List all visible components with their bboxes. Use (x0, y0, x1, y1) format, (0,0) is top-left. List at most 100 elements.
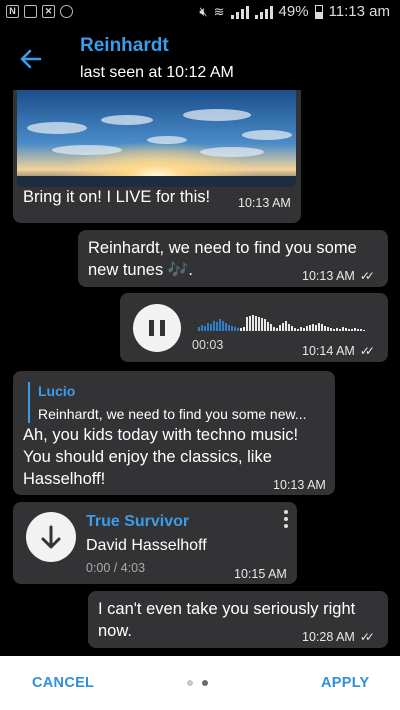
cancel-button[interactable]: CANCEL (32, 675, 94, 691)
pause-icon-bar (160, 320, 165, 336)
waveform-bar (240, 328, 242, 331)
status-bar: N ✕ 🔇︎ ≋ 49% 11:13 am (0, 0, 400, 26)
chat-header: Reinhardt last seen at 10:12 AM (0, 26, 400, 90)
pause-icon (149, 320, 154, 336)
waveform-bar (231, 326, 233, 331)
waveform-bar (303, 328, 305, 331)
signal-icon-2 (254, 5, 273, 19)
reply-message[interactable]: Lucio Reinhardt, we need to find you som… (13, 371, 335, 495)
waveform-bar (357, 329, 359, 331)
voice-duration: 00:03 (192, 338, 224, 352)
bottom-bar: CANCEL APPLY (0, 656, 400, 710)
waveform-bar (297, 329, 299, 331)
waveform-bar (291, 326, 293, 331)
message-time: 10:15 AM (234, 567, 287, 581)
waveform-bar (300, 327, 302, 331)
clock: 11:13 am (328, 3, 390, 20)
waveform-bar (249, 316, 251, 331)
double-check-icon: ✓✓ (359, 269, 375, 283)
message-time: 10:14 AM ✓✓ (302, 344, 375, 358)
waveform-bar (351, 329, 353, 331)
message-text-line3: Hasselhoff! (23, 470, 106, 488)
waveform-bar (282, 323, 284, 331)
waveform-bar (348, 329, 350, 331)
waveform-bar (252, 315, 254, 331)
waveform-bar (315, 325, 317, 331)
contact-name[interactable]: Reinhardt (80, 35, 169, 57)
message-time: 10:13 AM (273, 478, 326, 492)
waveform-bar (207, 323, 209, 331)
waveform-bar (288, 324, 290, 331)
waveform-bar (306, 326, 308, 331)
message-text-line2: You should enjoy the classics, like (23, 448, 272, 466)
download-button[interactable] (26, 512, 76, 562)
message-text-line1: Ah, you kids today with techno music! (23, 426, 299, 444)
reply-quote[interactable]: Lucio Reinhardt, we need to find you som… (28, 382, 307, 423)
waveform-bar (225, 323, 227, 331)
waveform-bar (333, 329, 335, 331)
waveform-bar (216, 322, 218, 331)
waveform-bar (270, 324, 272, 331)
waveform-bar (318, 323, 320, 331)
quote-text: Reinhardt, we need to find you some new.… (38, 406, 307, 422)
nfc-icon: N (6, 5, 19, 18)
message-time: 10:13 AM ✓✓ (302, 269, 375, 283)
battery-percent: 49% (278, 3, 309, 20)
waveform-bar (201, 325, 203, 331)
voice-waveform[interactable] (198, 313, 365, 331)
waveform-bar (360, 329, 362, 331)
waveform-bar (243, 327, 245, 331)
waveform-bar (312, 324, 314, 331)
waveform-bar (219, 319, 221, 331)
waveform-bar (279, 325, 281, 331)
message-text-line1: I can't even take you seriously right (98, 600, 356, 618)
wifi-icon: ≋ (213, 3, 225, 19)
message-text: Bring it on! I LIVE for this! (23, 188, 211, 206)
game-icon (60, 5, 73, 18)
double-check-icon: ✓✓ (359, 344, 375, 358)
battery-icon (314, 4, 323, 19)
double-check-icon: ✓✓ (359, 630, 375, 644)
message-time: 10:28 AM ✓✓ (302, 630, 375, 644)
waveform-bar (213, 321, 215, 331)
page-dot-active (202, 680, 208, 686)
page-indicator (187, 680, 208, 686)
mail-icon: ✕ (42, 5, 55, 18)
waveform-bar (327, 327, 329, 331)
photo-message[interactable]: Bring it on! I LIVE for this! 10:13 AM (13, 90, 301, 223)
waveform-bar (258, 317, 260, 331)
apply-button[interactable]: APPLY (321, 675, 370, 691)
back-arrow-icon[interactable] (18, 46, 44, 72)
voice-message[interactable]: 00:03 10:14 AM ✓✓ (120, 293, 388, 362)
waveform-bar (354, 328, 356, 331)
quote-author: Lucio (38, 383, 76, 399)
outgoing-message[interactable]: I can't even take you seriously right no… (88, 591, 388, 648)
waveform-bar (264, 319, 266, 331)
waveform-bar (210, 324, 212, 331)
waveform-bar (228, 325, 230, 331)
outgoing-message[interactable]: Reinhardt, we need to find you some new … (78, 230, 388, 287)
chat-list[interactable]: Bring it on! I LIVE for this! 10:13 AM R… (0, 90, 400, 656)
waveform-bar (342, 327, 344, 331)
waveform-bar (324, 326, 326, 331)
waveform-bar (261, 318, 263, 331)
audio-artist: David Hasselhoff (86, 537, 207, 554)
gallery-icon (24, 5, 37, 18)
waveform-bar (255, 316, 257, 331)
message-text-line2: new tunes 🎶. (88, 261, 193, 279)
more-options-icon[interactable] (283, 510, 289, 528)
waveform-bar (276, 328, 278, 331)
waveform-bar (309, 325, 311, 331)
pause-button[interactable] (133, 304, 181, 352)
waveform-bar (321, 324, 323, 331)
signal-icon (230, 5, 249, 19)
download-arrow-icon (41, 525, 61, 549)
sunrise-photo[interactable] (17, 90, 296, 187)
waveform-bar (339, 329, 341, 331)
waveform-bar (330, 328, 332, 331)
waveform-bar (237, 328, 239, 331)
waveform-bar (246, 317, 248, 331)
audio-message[interactable]: True Survivor David Hasselhoff 0:00 / 4:… (13, 502, 297, 584)
audio-duration: 0:00 / 4:03 (86, 561, 146, 575)
waveform-bar (267, 322, 269, 331)
